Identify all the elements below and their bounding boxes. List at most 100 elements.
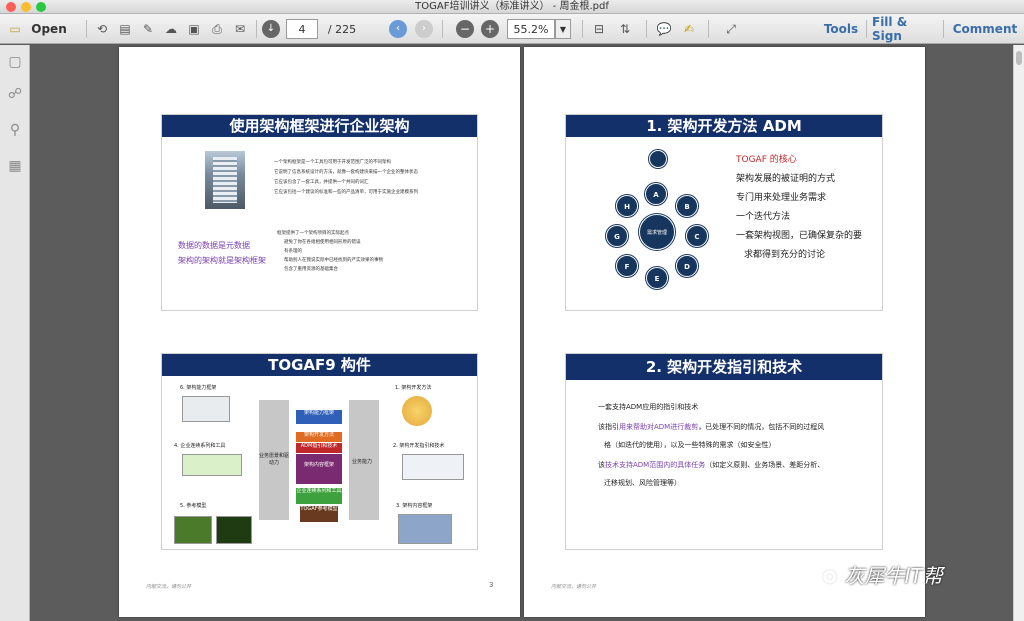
print-icon[interactable]: ⎙ [208,20,226,38]
slide-title: 2. 架构开发指引和技术 [566,354,882,380]
bullet-item: 一个迭代方法 [736,212,791,222]
bookmarks-icon[interactable]: ☍ [6,85,24,103]
chevron-down-icon[interactable]: ▼ [555,19,571,39]
divider [86,20,87,38]
divider [582,20,583,38]
bullet-item: 它应该包括一个建议的标准和一些的产品清单，可用于实施企业建模系列 [274,190,418,195]
edit-pdf-icon[interactable]: ✎ [139,20,157,38]
stack-block: 架构内容框架 [296,454,342,484]
diagram-thumbnail [182,396,230,422]
diagram-thumbnail [398,514,452,544]
zoom-field[interactable]: 55.2% [507,19,555,39]
component-label: 6. 架构能力框架 [180,385,217,391]
adm-node-d: D [676,255,698,277]
bullet-item: 迁移规划、风险管理等） [604,479,681,487]
layers-icon[interactable]: ▦ [6,157,24,175]
bullet-item: 格（如迭代的使用），以及一些特殊的需求（如安全性） [604,441,776,449]
text-run: ，已处理不同的情况，包括不同的过程风 [698,423,825,431]
page-number-input[interactable]: 4 [286,19,318,39]
email-icon[interactable]: ✉ [231,20,249,38]
vertical-scrollbar[interactable] [1013,45,1024,621]
scrollbar-thumb[interactable] [1016,51,1022,65]
bullet-item: 一个架构框架是一个工具包可用于开发范围广泛的不同架构 [274,160,391,165]
component-label: 3. 架构内容框架 [396,503,433,509]
diagram-thumbnail [182,454,242,476]
fill-sign-button[interactable]: Fill & Sign [872,15,940,43]
create-pdf-icon[interactable]: ⟲ [93,20,111,38]
bullet-item: 该技术支持ADM范围内的具体任务（如定义原则、业务场景、差距分析、 [598,456,824,474]
bullet-item: 该指引用来帮助对ADM进行裁剪，已处理不同的情况，包括不同的过程风 [598,418,824,436]
bullet-item: 架构发展的被证明的方式 [736,174,836,184]
next-view-icon[interactable]: › [415,20,433,38]
stack-block: 企业连续系列和工具 [296,488,342,504]
divider [866,20,867,38]
bullet-item: 专门用来处理业务需求 [736,193,827,203]
minimize-window-button[interactable] [21,2,31,12]
toolbar: ▭ Open ⟲ ▤ ✎ ☁ ▣ ⎙ ✉ ↓ 4 / 225 ‹ › − + 5… [0,14,1024,44]
bullet-item: 求都得到充分的讨论 [744,250,826,260]
zoom-window-button[interactable] [36,2,46,12]
watermark-text: 灰犀牛IT帮 [844,564,943,588]
close-window-button[interactable] [6,2,16,12]
pdf-page-right: 1. 架构开发方法 ADM 需求管理 A B C D E F G H TOGAF… [524,47,925,617]
open-button[interactable]: Open [31,19,66,39]
scroll-mode-icon[interactable]: ⇅ [616,20,634,38]
slide-togaf-components: TOGAF9 构件 6. 架构能力框架 4. 企业连续系列和工具 5. 参考模型… [161,353,478,550]
page-footer: 内部交流，请勿公开 [551,584,597,590]
zoom-in-icon[interactable]: + [481,20,499,38]
diagram-thumbnail [174,516,212,544]
page-thumbnails-icon[interactable]: ▢ [6,53,24,71]
bullet-heading: 框架提供了一个架构项目的实际起点 [277,231,349,236]
bullet-item: 帮助别人在我说实际中已经找到的严实效果的事物 [284,258,383,263]
highlight-icon[interactable]: ✍ [680,20,698,38]
stack-block: 架构开发方法 [296,432,342,442]
fullscreen-icon[interactable]: ⤢ [722,20,740,38]
watermark: ◎ 灰犀牛IT帮 [821,560,943,589]
component-label: 2. 架构开发指引和技术 [393,443,445,449]
text-run: 技术支持ADM范围内的具体任务 [605,461,706,469]
window-title: TOGAF培训讲义（标准讲义） - 周金根.pdf [415,1,609,12]
divider [646,20,647,38]
page-footer: 内部交流，请勿公开 [146,584,192,590]
zoom-out-icon[interactable]: − [456,20,474,38]
save-icon[interactable]: ▣ [185,20,203,38]
center-label: 业务能力 [352,459,373,465]
adm-cycle-thumbnail [402,396,432,426]
comment-button[interactable]: Comment [950,19,1020,39]
attachments-icon[interactable]: ⚲ [6,121,24,139]
previous-view-icon[interactable]: ‹ [389,20,407,38]
folder-icon[interactable]: ▭ [6,20,24,38]
tools-button[interactable]: Tools [818,19,864,39]
text-run: 该 [598,461,605,469]
document-view: 使用架构框架进行企业架构 一个架构框架是一个工具包可用于开发范围广泛的不同架构 … [31,45,1013,621]
slide-guidelines: 2. 架构开发指引和技术 一套支持ADM应用的指引和技术 该指引用来帮助对ADM… [565,353,883,550]
text-run: 用来帮助对ADM进行裁剪 [619,423,699,431]
bullet-item: 避免了你在各组相使用相同形原的错误 [284,240,361,245]
slide-adm: 1. 架构开发方法 ADM 需求管理 A B C D E F G H TOGAF… [565,114,883,311]
bullet-item: 它说明了信息系统设计的方法，就像一套构建块来描一个企业的整体状态 [274,170,418,175]
center-label: 业务愿景和驱动力 [259,453,290,466]
cloud-upload-icon[interactable]: ☁ [162,20,180,38]
navigation-sidebar: ▢ ☍ ⚲ ▦ [0,45,30,621]
title-bar: TOGAF培训讲义（标准讲义） - 周金根.pdf [0,0,1024,14]
export-pdf-icon[interactable]: ▤ [116,20,134,38]
divider [943,20,944,38]
next-page-icon[interactable]: ↓ [262,20,280,38]
stack-block: 架构能力框架 [296,410,342,424]
page-total: / 225 [327,22,357,36]
diagram-thumbnail [402,454,464,480]
slide-title: 1. 架构开发方法 ADM [566,115,882,137]
bullet-item: 它应该包含了一套工具，并提供一个共同的词汇 [274,180,369,185]
adm-center-node: 需求管理 [639,214,675,250]
comment-icon[interactable]: 💬 [655,20,673,38]
bullet-item: 包含了重用资源的基础集合 [284,267,338,272]
divider [708,20,709,38]
adm-node-b: B [676,195,698,217]
fit-page-icon[interactable]: ⊟ [590,20,608,38]
side-text: 数据的数据是元数据 [178,241,250,250]
slide-title: TOGAF9 构件 [162,354,477,376]
text-run: （如定义原则、业务场景、差距分析、 [705,461,825,469]
bullet-item: 一套架构视图，已确保复杂的要 [736,231,863,241]
component-label: 1. 架构开发方法 [395,385,432,391]
bullet-item: 有条理的 [284,249,302,254]
